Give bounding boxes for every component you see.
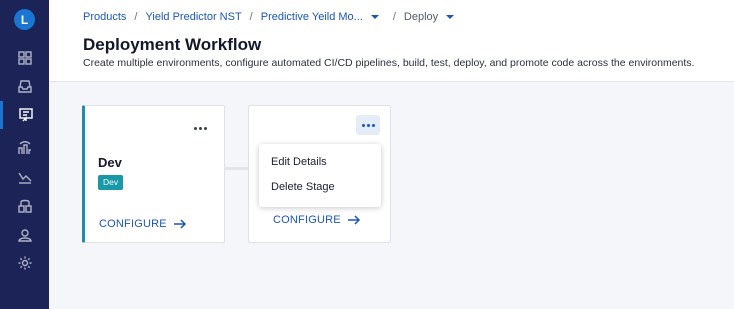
breadcrumb-project[interactable]: Yield Predictor NST: [145, 11, 241, 23]
data-icon: [17, 141, 31, 154]
more-options-button[interactable]: [188, 118, 212, 138]
sidebar-item-dashboard[interactable]: [0, 44, 49, 72]
model-icon: [17, 199, 32, 213]
configure-label: CONFIGURE: [99, 218, 167, 230]
stage-badge: Dev: [98, 175, 124, 190]
page-title: Deployment Workflow: [83, 35, 262, 54]
breadcrumb-products[interactable]: Products: [83, 11, 126, 23]
breadcrumb-separator: /: [134, 11, 138, 23]
more-dots-icon: [193, 126, 197, 130]
stage-card-dev[interactable]: Dev Dev CONFIGURE: [82, 105, 225, 243]
stage-name: Dev: [98, 155, 122, 170]
breadcrumb-separator: /: [392, 11, 396, 23]
users-icon: [17, 229, 32, 242]
sidebar-item-trend[interactable]: [0, 163, 49, 191]
trend-icon: [17, 172, 31, 184]
grid-icon: [17, 51, 32, 65]
breadcrumb-model[interactable]: Predictive Yeild Mo...: [261, 11, 363, 23]
more-dots-icon: [361, 123, 365, 127]
sidebar-item-model[interactable]: [0, 192, 49, 220]
logo[interactable]: L: [14, 9, 35, 30]
stage-options-menu: Edit Details Delete Stage: [259, 144, 381, 207]
configure-button[interactable]: CONFIGURE: [99, 217, 187, 231]
page-header: Products / Yield Predictor NST / Predict…: [49, 0, 734, 82]
menu-item-edit-details[interactable]: Edit Details: [271, 156, 327, 168]
logo-letter: L: [20, 12, 29, 27]
sidebar: L: [0, 0, 49, 309]
chevron-down-icon[interactable]: [370, 15, 379, 19]
sidebar-item-data[interactable]: [0, 134, 49, 162]
arrow-right-icon: [347, 215, 360, 225]
breadcrumb: Products / Yield Predictor NST / Predict…: [83, 11, 455, 23]
more-options-button[interactable]: [356, 115, 380, 135]
deploy-icon: [19, 108, 33, 122]
chevron-down-icon[interactable]: [446, 15, 455, 19]
sidebar-item-inbox[interactable]: [0, 72, 49, 100]
configure-label: CONFIGURE: [273, 214, 341, 226]
sidebar-item-deploy[interactable]: [0, 101, 49, 129]
sidebar-item-settings[interactable]: [0, 249, 49, 277]
sidebar-item-users[interactable]: [0, 221, 49, 249]
inbox-icon: [17, 80, 32, 93]
breadcrumb-deploy[interactable]: Deploy: [404, 11, 438, 23]
gear-icon: [18, 256, 31, 270]
arrow-right-icon: [173, 219, 186, 229]
stage-connector: [225, 167, 248, 170]
page-description: Create multiple environments, configure …: [83, 57, 695, 69]
configure-button[interactable]: CONFIGURE: [273, 213, 361, 227]
breadcrumb-separator: /: [249, 11, 253, 23]
menu-item-delete-stage[interactable]: Delete Stage: [271, 181, 335, 193]
